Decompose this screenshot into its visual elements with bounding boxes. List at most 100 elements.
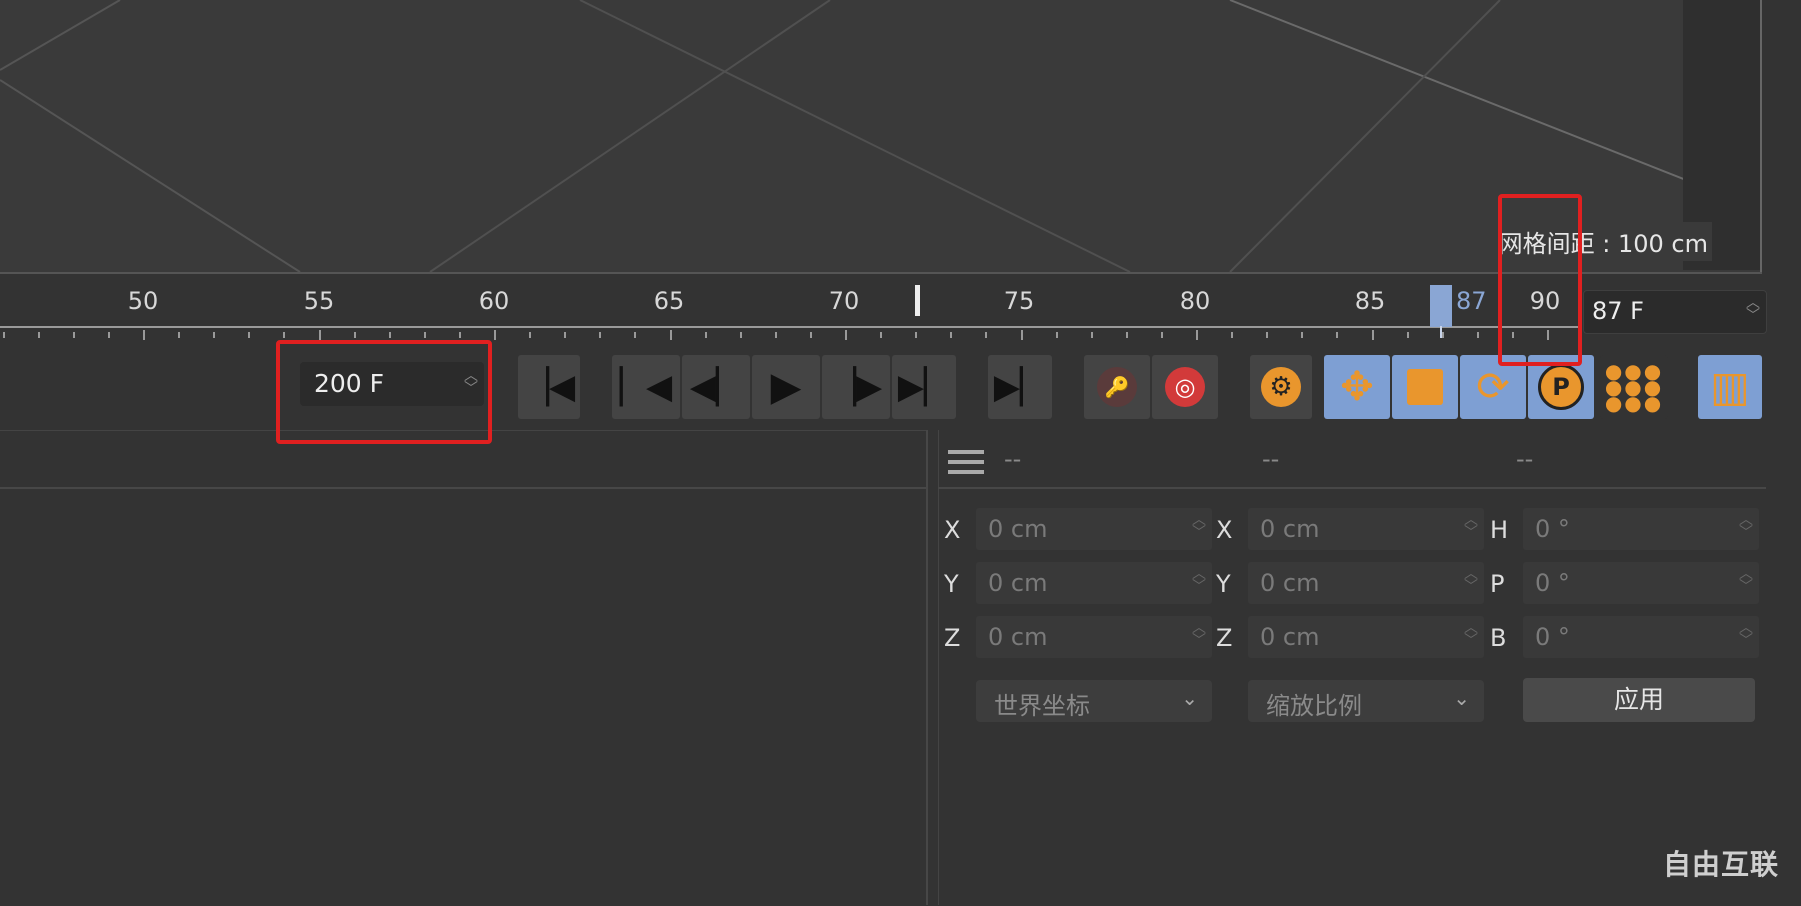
autokey-button[interactable]: ◎ <box>1152 355 1218 419</box>
chevron-down-icon: ⌄ <box>1453 686 1470 710</box>
viewport-border <box>1760 0 1762 272</box>
go-to-end-button[interactable]: ▶▏ <box>988 355 1052 419</box>
ruler-tick <box>107 332 110 338</box>
pos-axis-label: X <box>944 516 961 544</box>
ruler-tick <box>599 332 602 338</box>
ruler-tick <box>458 332 461 338</box>
next-key-icon: ▶▏ <box>897 367 951 407</box>
record-button[interactable]: 🔑 <box>1084 355 1150 419</box>
ruler-tick <box>915 332 918 338</box>
coordinates-panel <box>938 430 1767 905</box>
spinner-arrows-icon[interactable]: ︿ ﹀ <box>1192 513 1206 542</box>
keyframe-settings-button[interactable]: ⚙ <box>1250 355 1312 419</box>
ruler-tick <box>1160 332 1163 338</box>
rot-axis-label: P <box>1490 570 1505 598</box>
previous-key-icon: ▏◀ <box>619 367 673 407</box>
ruler-tick <box>1125 332 1128 338</box>
ruler-tick <box>739 332 742 338</box>
spinner-arrows-icon[interactable]: ︿ ﹀ <box>1739 621 1753 650</box>
move-key-button[interactable]: ✥ <box>1324 355 1390 419</box>
ruler-tick <box>143 330 145 340</box>
timeline-baseline <box>0 326 1580 328</box>
ruler-label: 85 <box>1354 287 1386 315</box>
ruler-tick <box>880 332 883 338</box>
spinner-arrows-icon[interactable]: ︿ ﹀ <box>1739 513 1753 542</box>
apply-button[interactable]: 应用 <box>1523 678 1755 722</box>
playhead[interactable] <box>915 285 920 316</box>
play-button[interactable]: ▶ <box>752 355 820 419</box>
size-mode-dropdown[interactable]: 缩放比例 ⌄ <box>1248 680 1484 722</box>
current-frame-marker[interactable] <box>1430 285 1452 327</box>
spinner-arrows-icon[interactable]: ︿ ﹀ <box>1739 567 1753 596</box>
next-key-button[interactable]: ▶▏ <box>892 355 956 419</box>
size-header: -- <box>1262 445 1280 473</box>
point-level-button[interactable]: ●●● ●●● ●●● <box>1600 355 1668 419</box>
ruler-tick <box>423 332 426 338</box>
next-frame-button[interactable]: ▕▶ <box>822 355 890 419</box>
rotation-b-field[interactable]: 0 ° ︿ ﹀ <box>1523 616 1759 658</box>
pos-axis-label: Z <box>944 624 961 652</box>
ruler-label: 75 <box>1003 287 1035 315</box>
ruler-tick <box>845 330 847 340</box>
ruler-tick <box>704 332 707 338</box>
object-manager-panel[interactable] <box>0 430 928 906</box>
hamburger-menu-icon[interactable] <box>948 448 984 476</box>
ruler-label: 50 <box>127 287 159 315</box>
ruler-tick <box>1476 332 1479 338</box>
current-frame-value: 87 F <box>1592 297 1644 325</box>
record-key-icon: 🔑 <box>1097 367 1137 407</box>
position-y-field[interactable]: 0 cm ︿ ﹀ <box>976 562 1212 604</box>
ruler-tick <box>283 332 286 338</box>
spinner-arrows-icon[interactable]: ︿ ﹀ <box>1192 567 1206 596</box>
rot-axis-label: B <box>1490 624 1507 652</box>
position-x-field[interactable]: 0 cm ︿ ﹀ <box>976 508 1212 550</box>
ruler-tick <box>529 332 532 338</box>
spinner-arrows-icon[interactable]: ︿ ﹀ <box>1464 567 1478 596</box>
previous-frame-button[interactable]: ◀▏ <box>682 355 750 419</box>
step-back-icon: ◀▏ <box>689 367 743 407</box>
size-x-field[interactable]: 0 cm ︿ ﹀ <box>1248 508 1484 550</box>
ruler-tick <box>634 332 637 338</box>
ruler-label: 60 <box>478 287 510 315</box>
ruler-tick <box>72 332 75 338</box>
rotation-h-field[interactable]: 0 ° ︿ ﹀ <box>1523 508 1759 550</box>
dots-grid-icon: ●●● ●●● ●●● <box>1604 359 1664 415</box>
rotation-header: -- <box>1516 445 1534 473</box>
spinner-arrows-icon[interactable]: ︿ ﹀ <box>1192 621 1206 650</box>
rotate-icon: ⟳ <box>1476 364 1510 410</box>
animation-layout-button[interactable]: ▥ <box>1698 355 1762 419</box>
play-icon: ▶ <box>770 364 802 410</box>
move-arrows-icon: ✥ <box>1340 364 1374 410</box>
spinner-arrows-icon[interactable]: ︿ ﹀ <box>1464 513 1478 542</box>
panel-divider <box>0 487 928 489</box>
ruler-tick <box>37 332 40 338</box>
skip-to-end-icon: ▶▏ <box>993 367 1047 407</box>
spinner-arrows-icon[interactable]: ︿ ﹀ <box>1464 621 1478 650</box>
current-frame-marker-label: 87 <box>1456 287 1487 315</box>
ruler-tick <box>1020 330 1023 340</box>
size-z-field[interactable]: 0 cm ︿ ﹀ <box>1248 616 1484 658</box>
ruler-label: 70 <box>828 287 860 315</box>
go-to-start-button[interactable]: ▕◀ <box>518 355 580 419</box>
ruler-tick <box>1090 332 1093 338</box>
panel-splitter[interactable] <box>926 430 928 905</box>
position-header: -- <box>1004 445 1022 473</box>
previous-key-button[interactable]: ▏◀ <box>612 355 680 419</box>
spinner-arrows-icon[interactable]: ︿ ﹀ <box>1746 296 1760 325</box>
current-frame-field[interactable]: 87 F ︿ ﹀ <box>1583 290 1767 334</box>
rotation-p-field[interactable]: 0 ° ︿ ﹀ <box>1523 562 1759 604</box>
size-axis-label: Y <box>1216 570 1231 598</box>
ruler-tick <box>1301 332 1304 338</box>
size-axis-label: Z <box>1216 624 1233 652</box>
size-axis-label: X <box>1216 516 1233 544</box>
ruler-tick <box>1406 332 1409 338</box>
position-z-field[interactable]: 0 cm ︿ ﹀ <box>976 616 1212 658</box>
ruler-tick <box>1055 332 1058 338</box>
size-y-field[interactable]: 0 cm ︿ ﹀ <box>1248 562 1484 604</box>
scale-key-button[interactable] <box>1392 355 1458 419</box>
ruler-tick <box>318 330 321 340</box>
ruler-tick <box>1266 332 1269 338</box>
ruler-tick <box>1336 332 1339 338</box>
coordinate-system-dropdown[interactable]: 世界坐标 ⌄ <box>976 680 1212 722</box>
ruler-tick <box>809 332 812 338</box>
